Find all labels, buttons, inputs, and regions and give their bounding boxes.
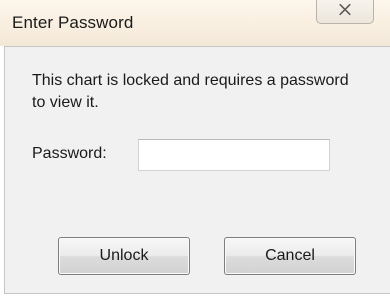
cancel-button[interactable]: Cancel <box>224 237 356 275</box>
password-input[interactable] <box>138 139 330 171</box>
title-bar: Enter Password <box>0 0 390 46</box>
lock-message: This chart is locked and requires a pass… <box>32 72 349 111</box>
close-icon <box>339 3 351 16</box>
close-button[interactable] <box>316 0 374 24</box>
password-label: Password: <box>32 145 107 162</box>
window-title: Enter Password <box>12 13 134 32</box>
unlock-button[interactable]: Unlock <box>58 237 190 275</box>
